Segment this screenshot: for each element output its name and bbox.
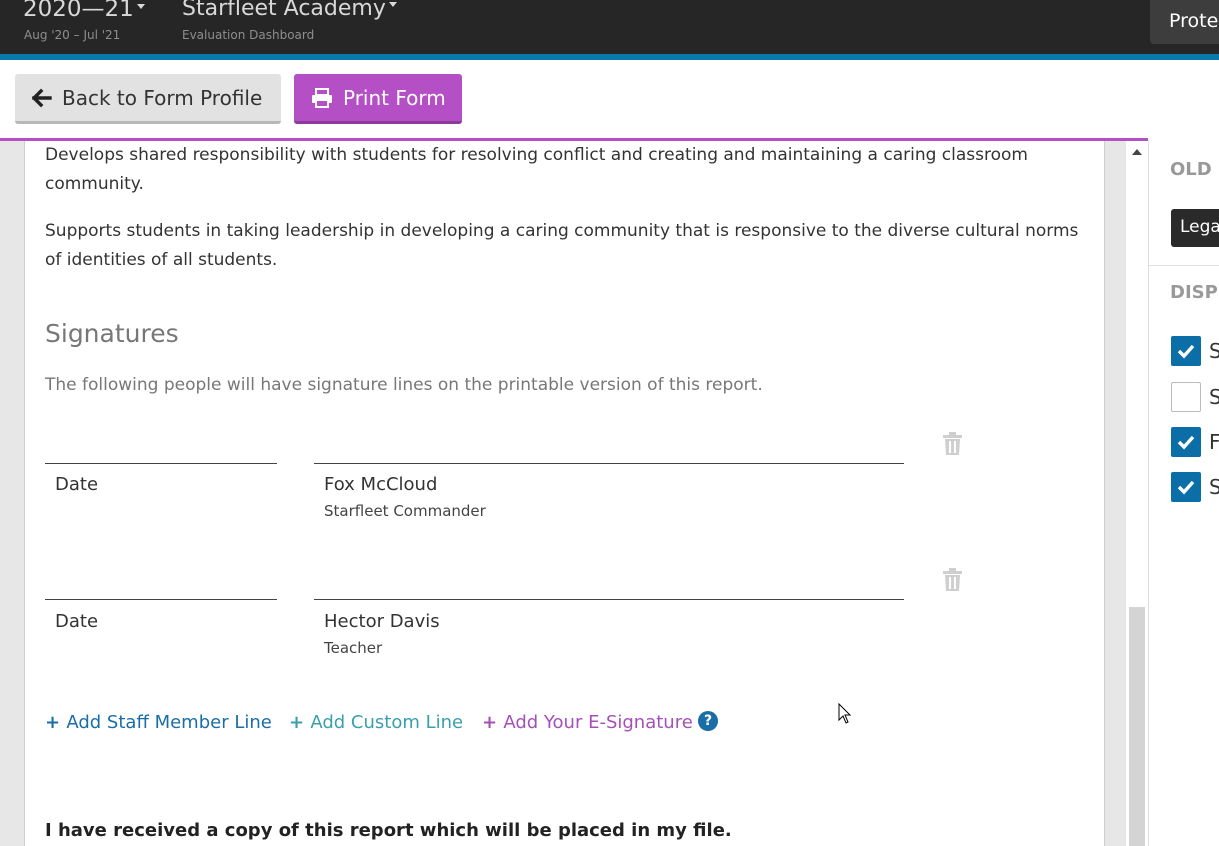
old-section-heading: OLD I <box>1170 159 1219 180</box>
school-year-label: 2020—21 <box>23 0 134 22</box>
print-form-button[interactable]: Print Form <box>294 74 462 124</box>
organization-label: Starfleet Academy <box>182 0 386 21</box>
display-option-label: S <box>1209 385 1219 409</box>
check-icon <box>1177 435 1195 450</box>
organization-subtitle: Evaluation Dashboard <box>182 28 315 42</box>
date-signature-line <box>45 463 277 464</box>
panel-divider <box>1149 265 1219 266</box>
top-navigation-bar: 2020—21 Aug '20 – Jul '21 Starfleet Acad… <box>0 0 1219 54</box>
date-label: Date <box>55 611 99 632</box>
right-gutter <box>1104 141 1126 846</box>
plus-icon: + <box>45 712 67 733</box>
display-section-heading: DISPL <box>1170 282 1219 303</box>
add-esig-label: Add Your E-Signature <box>503 712 693 733</box>
scrollbar-thumb[interactable] <box>1129 607 1145 846</box>
print-button-label: Print Form <box>343 85 446 110</box>
display-option-checkbox[interactable] <box>1171 427 1201 457</box>
arrow-left-icon <box>32 88 52 107</box>
rubric-paragraph: Develops shared responsibility with stud… <box>45 145 1028 194</box>
left-gutter <box>0 141 25 846</box>
school-year-range: Aug '20 – Jul '21 <box>24 28 121 42</box>
scroll-up-arrow-icon[interactable] <box>1132 149 1142 155</box>
chevron-down-icon <box>136 4 145 9</box>
signer-role: Starfleet Commander <box>324 502 486 520</box>
back-to-form-profile-button[interactable]: Back to Form Profile <box>15 74 281 124</box>
display-option-label: S <box>1209 339 1219 363</box>
display-option-checkbox[interactable] <box>1171 382 1201 412</box>
rubric-paragraph: Supports students in taking leadership i… <box>45 221 1079 270</box>
scrollbar[interactable] <box>1126 141 1148 846</box>
printer-icon <box>312 87 332 108</box>
signer-name: Fox McCloud <box>324 474 438 495</box>
check-icon <box>1177 480 1195 495</box>
add-staff-label: Add Staff Member Line <box>66 712 272 733</box>
signatures-heading: Signatures <box>45 319 179 348</box>
name-signature-line <box>314 463 904 464</box>
name-signature-line <box>314 599 904 600</box>
acknowledgement-text: I have received a copy of this report wh… <box>45 820 732 841</box>
date-signature-line <box>45 599 277 600</box>
form-content: Develops shared responsibility with stud… <box>25 141 1104 846</box>
school-year-dropdown[interactable]: 2020—21 <box>23 0 145 24</box>
back-button-label: Back to Form Profile <box>62 85 263 110</box>
trash-icon[interactable] <box>942 432 963 456</box>
check-icon <box>1177 344 1195 359</box>
form-toolbar: Back to Form Profile Print Form <box>0 60 1219 140</box>
organization-dropdown[interactable]: Starfleet Academy <box>182 0 397 24</box>
right-settings-panel: OLD I Lega DISPL S S F S <box>1148 141 1219 846</box>
help-circle-icon[interactable]: ? <box>698 711 718 731</box>
protected-button[interactable]: Prote <box>1150 0 1219 44</box>
display-option-checkbox[interactable] <box>1171 336 1201 366</box>
plus-icon: + <box>289 712 311 733</box>
signer-role: Teacher <box>324 639 383 657</box>
add-e-signature-link[interactable]: + Add Your E-Signature <box>482 712 693 733</box>
display-option-label: S <box>1209 475 1219 499</box>
display-option-checkbox[interactable] <box>1171 472 1201 502</box>
plus-icon: + <box>482 712 504 733</box>
date-label: Date <box>55 474 99 495</box>
chevron-down-icon <box>388 1 397 7</box>
signer-name: Hector Davis <box>324 611 440 632</box>
display-option-label: F <box>1209 430 1219 454</box>
signatures-description: The following people will have signature… <box>45 375 763 395</box>
add-custom-line-link[interactable]: + Add Custom Line <box>289 712 463 733</box>
legacy-button[interactable]: Lega <box>1171 209 1219 247</box>
trash-icon[interactable] <box>942 568 963 592</box>
mouse-cursor-icon <box>838 703 852 724</box>
add-custom-label: Add Custom Line <box>310 712 464 733</box>
add-staff-member-line-link[interactable]: + Add Staff Member Line <box>45 712 272 733</box>
